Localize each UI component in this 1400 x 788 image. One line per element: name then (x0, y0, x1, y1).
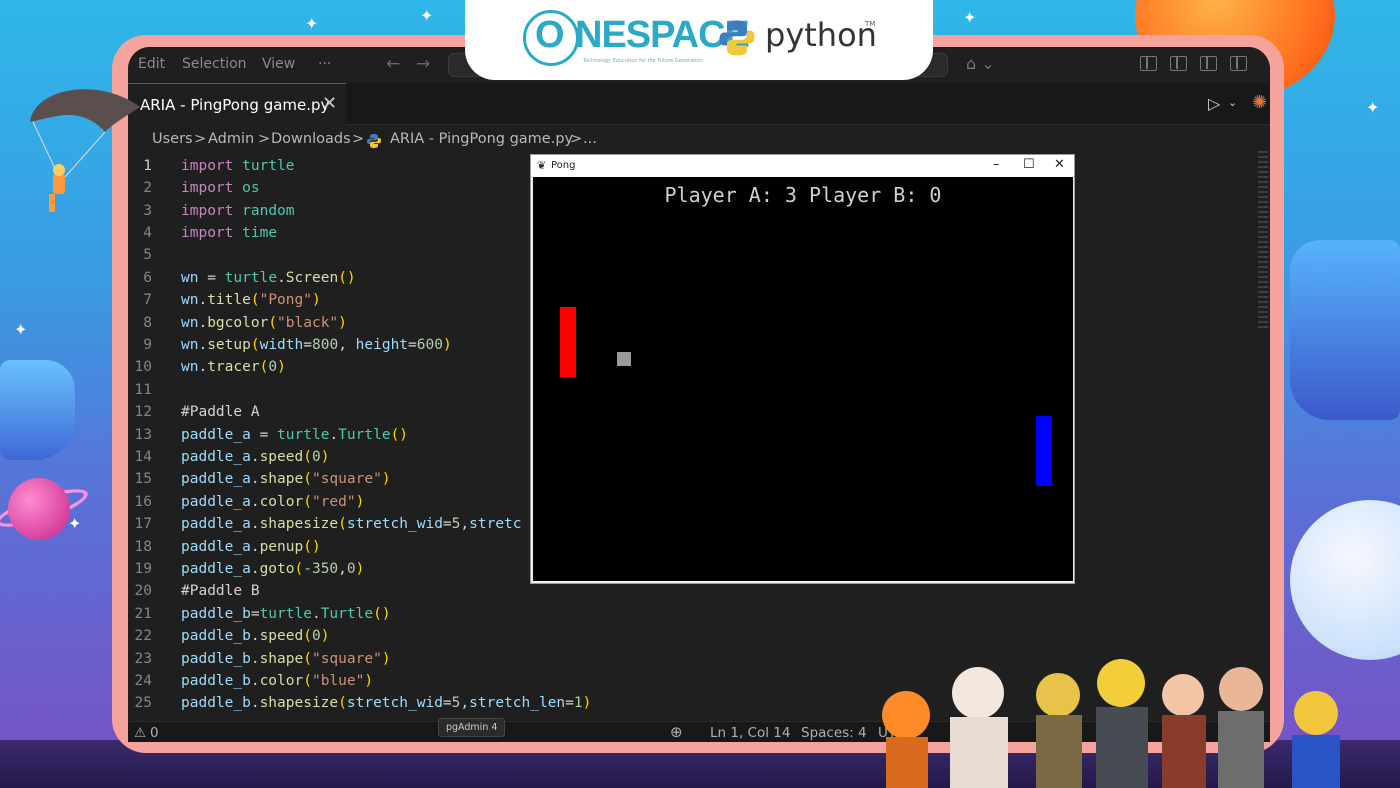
line-number: 16 (134, 494, 152, 510)
floating-island-left (0, 360, 75, 460)
line-number: 2 (143, 180, 152, 196)
pong-canvas[interactable]: Player A: 3 Player B: 0 (533, 177, 1073, 581)
breadcrumb-admin[interactable]: Admin (208, 131, 254, 147)
code-line: 25 paddle_b.shapesize(stretch_wid=5,stret… (128, 695, 1270, 717)
onespace-tagline: Technology Education for the Future Gene… (583, 58, 703, 64)
code-line: 21 paddle_b=turtle.Turtle() (128, 606, 1270, 628)
code-line: 20 #Paddle B (128, 583, 1270, 605)
close-icon[interactable]: ✕ (322, 93, 337, 114)
copilot-icon[interactable]: ⌂ ⌄ (966, 54, 995, 73)
breadcrumb-separator: > (570, 131, 583, 147)
trademark: TM (865, 20, 876, 28)
minimize-icon[interactable]: – (993, 157, 1000, 172)
encoding[interactable]: UTF-8 (878, 725, 917, 741)
star-icon: ✦ (1366, 98, 1380, 117)
pong-titlebar[interactable]: ❦ Pong – ☐ ✕ (531, 155, 1074, 177)
ball (617, 352, 631, 366)
line-number: 7 (143, 292, 152, 308)
python-logo-text: python (765, 16, 877, 54)
star-icon: ✦ (963, 8, 977, 27)
minimap[interactable] (1258, 151, 1268, 331)
line-number: 23 (134, 651, 152, 667)
line-number: 6 (143, 270, 152, 286)
forward-arrow-icon[interactable]: → (416, 54, 430, 74)
chevron-down-icon[interactable]: ⌄ (1228, 96, 1237, 109)
star-icon: ✦ (14, 320, 28, 339)
line-number: 4 (143, 225, 152, 241)
line-number: 8 (143, 315, 152, 331)
maximize-icon[interactable]: ☐ (1023, 157, 1035, 172)
warning-icon[interactable]: ⚠ (134, 725, 146, 741)
status-bar: ⚠ 0 ⊕ Ln 1, Col 14 Spaces: 4 UTF-8 (128, 721, 1270, 742)
close-icon[interactable]: ✕ (1054, 157, 1065, 172)
tab-bar: ARIA - PingPong game.py ✕ ▷ ⌄ ✺ (128, 83, 1270, 125)
star-icon: ✦ (68, 514, 82, 533)
onespace-logo-o: O (535, 14, 565, 56)
line-number: 21 (134, 606, 152, 622)
line-number: 1 (143, 158, 152, 174)
line-number: 9 (143, 337, 152, 353)
line-number: 13 (134, 427, 152, 443)
breadcrumb-symbol[interactable]: ... (583, 131, 597, 147)
menu-view[interactable]: View (262, 56, 295, 72)
tab-pingpong-file[interactable]: ARIA - PingPong game.py ✕ (128, 83, 346, 125)
pink-planet (8, 478, 70, 540)
menu-edit[interactable]: Edit (138, 56, 165, 72)
line-number: 20 (134, 583, 152, 599)
back-arrow-icon[interactable]: ← (386, 54, 400, 74)
line-number: 10 (134, 359, 152, 375)
star-icon: ✦ (420, 6, 434, 25)
moon (1290, 500, 1400, 660)
python-file-icon (367, 134, 381, 148)
line-number: 12 (134, 404, 152, 420)
code-line: 24 paddle_b.color("blue") (128, 673, 1270, 695)
breadcrumb-users[interactable]: Users (152, 131, 193, 147)
line-number: 14 (134, 449, 152, 465)
breadcrumb-downloads[interactable]: Downloads (271, 131, 351, 147)
code-line: 22 paddle_b.speed(0) (128, 628, 1270, 650)
line-number: 25 (134, 695, 152, 711)
breadcrumb-separator: > (258, 131, 271, 147)
taskbar-tooltip: pgAdmin 4 (438, 718, 506, 737)
line-number: 11 (134, 382, 152, 398)
layout-customize-icon[interactable] (1140, 56, 1157, 71)
line-number: 17 (134, 516, 152, 532)
zoom-icon[interactable]: ⊕ (670, 723, 683, 741)
run-icon[interactable]: ▷ (1208, 94, 1220, 113)
feather-icon: ❦ (537, 159, 547, 172)
logo-banner: O NESPACE Technology Education for the F… (465, 0, 933, 80)
pong-window[interactable]: ❦ Pong – ☐ ✕ Player A: 3 Player B: 0 (530, 154, 1075, 584)
breadcrumb-file[interactable]: ARIA - PingPong game.py (390, 131, 573, 147)
pong-window-title: Pong (551, 160, 576, 171)
score-display: Player A: 3 Player B: 0 (664, 183, 942, 207)
breadcrumb-separator: > (194, 131, 207, 147)
floating-island-right (1290, 240, 1400, 420)
menu-more[interactable]: ··· (318, 56, 331, 72)
line-number: 3 (143, 203, 152, 219)
line-number: 5 (143, 247, 152, 263)
paddle-a (560, 307, 576, 377)
line-number: 22 (134, 628, 152, 644)
star-icon: ✦ (305, 14, 319, 33)
tab-label: ARIA - PingPong game.py (140, 96, 330, 114)
line-number: 24 (134, 673, 152, 689)
paddle-b (1036, 416, 1052, 486)
line-number: 19 (134, 561, 152, 577)
indentation[interactable]: Spaces: 4 (801, 725, 867, 741)
menu-selection[interactable]: Selection (182, 56, 247, 72)
breadcrumb: Users > Admin > Downloads > ARIA - PingP… (128, 126, 1270, 152)
toggle-sidebar-icon[interactable] (1170, 56, 1187, 71)
cursor-position[interactable]: Ln 1, Col 14 (710, 725, 790, 741)
breadcrumb-separator: > (352, 131, 365, 147)
python-logo-icon (719, 20, 755, 56)
code-line: 23 paddle_b.shape("square") (128, 651, 1270, 673)
line-number: 18 (134, 539, 152, 555)
line-number: 15 (134, 471, 152, 487)
toggle-panel-icon[interactable] (1200, 56, 1217, 71)
problems-count[interactable]: 0 (150, 725, 159, 741)
toggle-secondary-sidebar-icon[interactable] (1230, 56, 1247, 71)
sparkle-icon[interactable]: ✺ (1252, 92, 1267, 113)
